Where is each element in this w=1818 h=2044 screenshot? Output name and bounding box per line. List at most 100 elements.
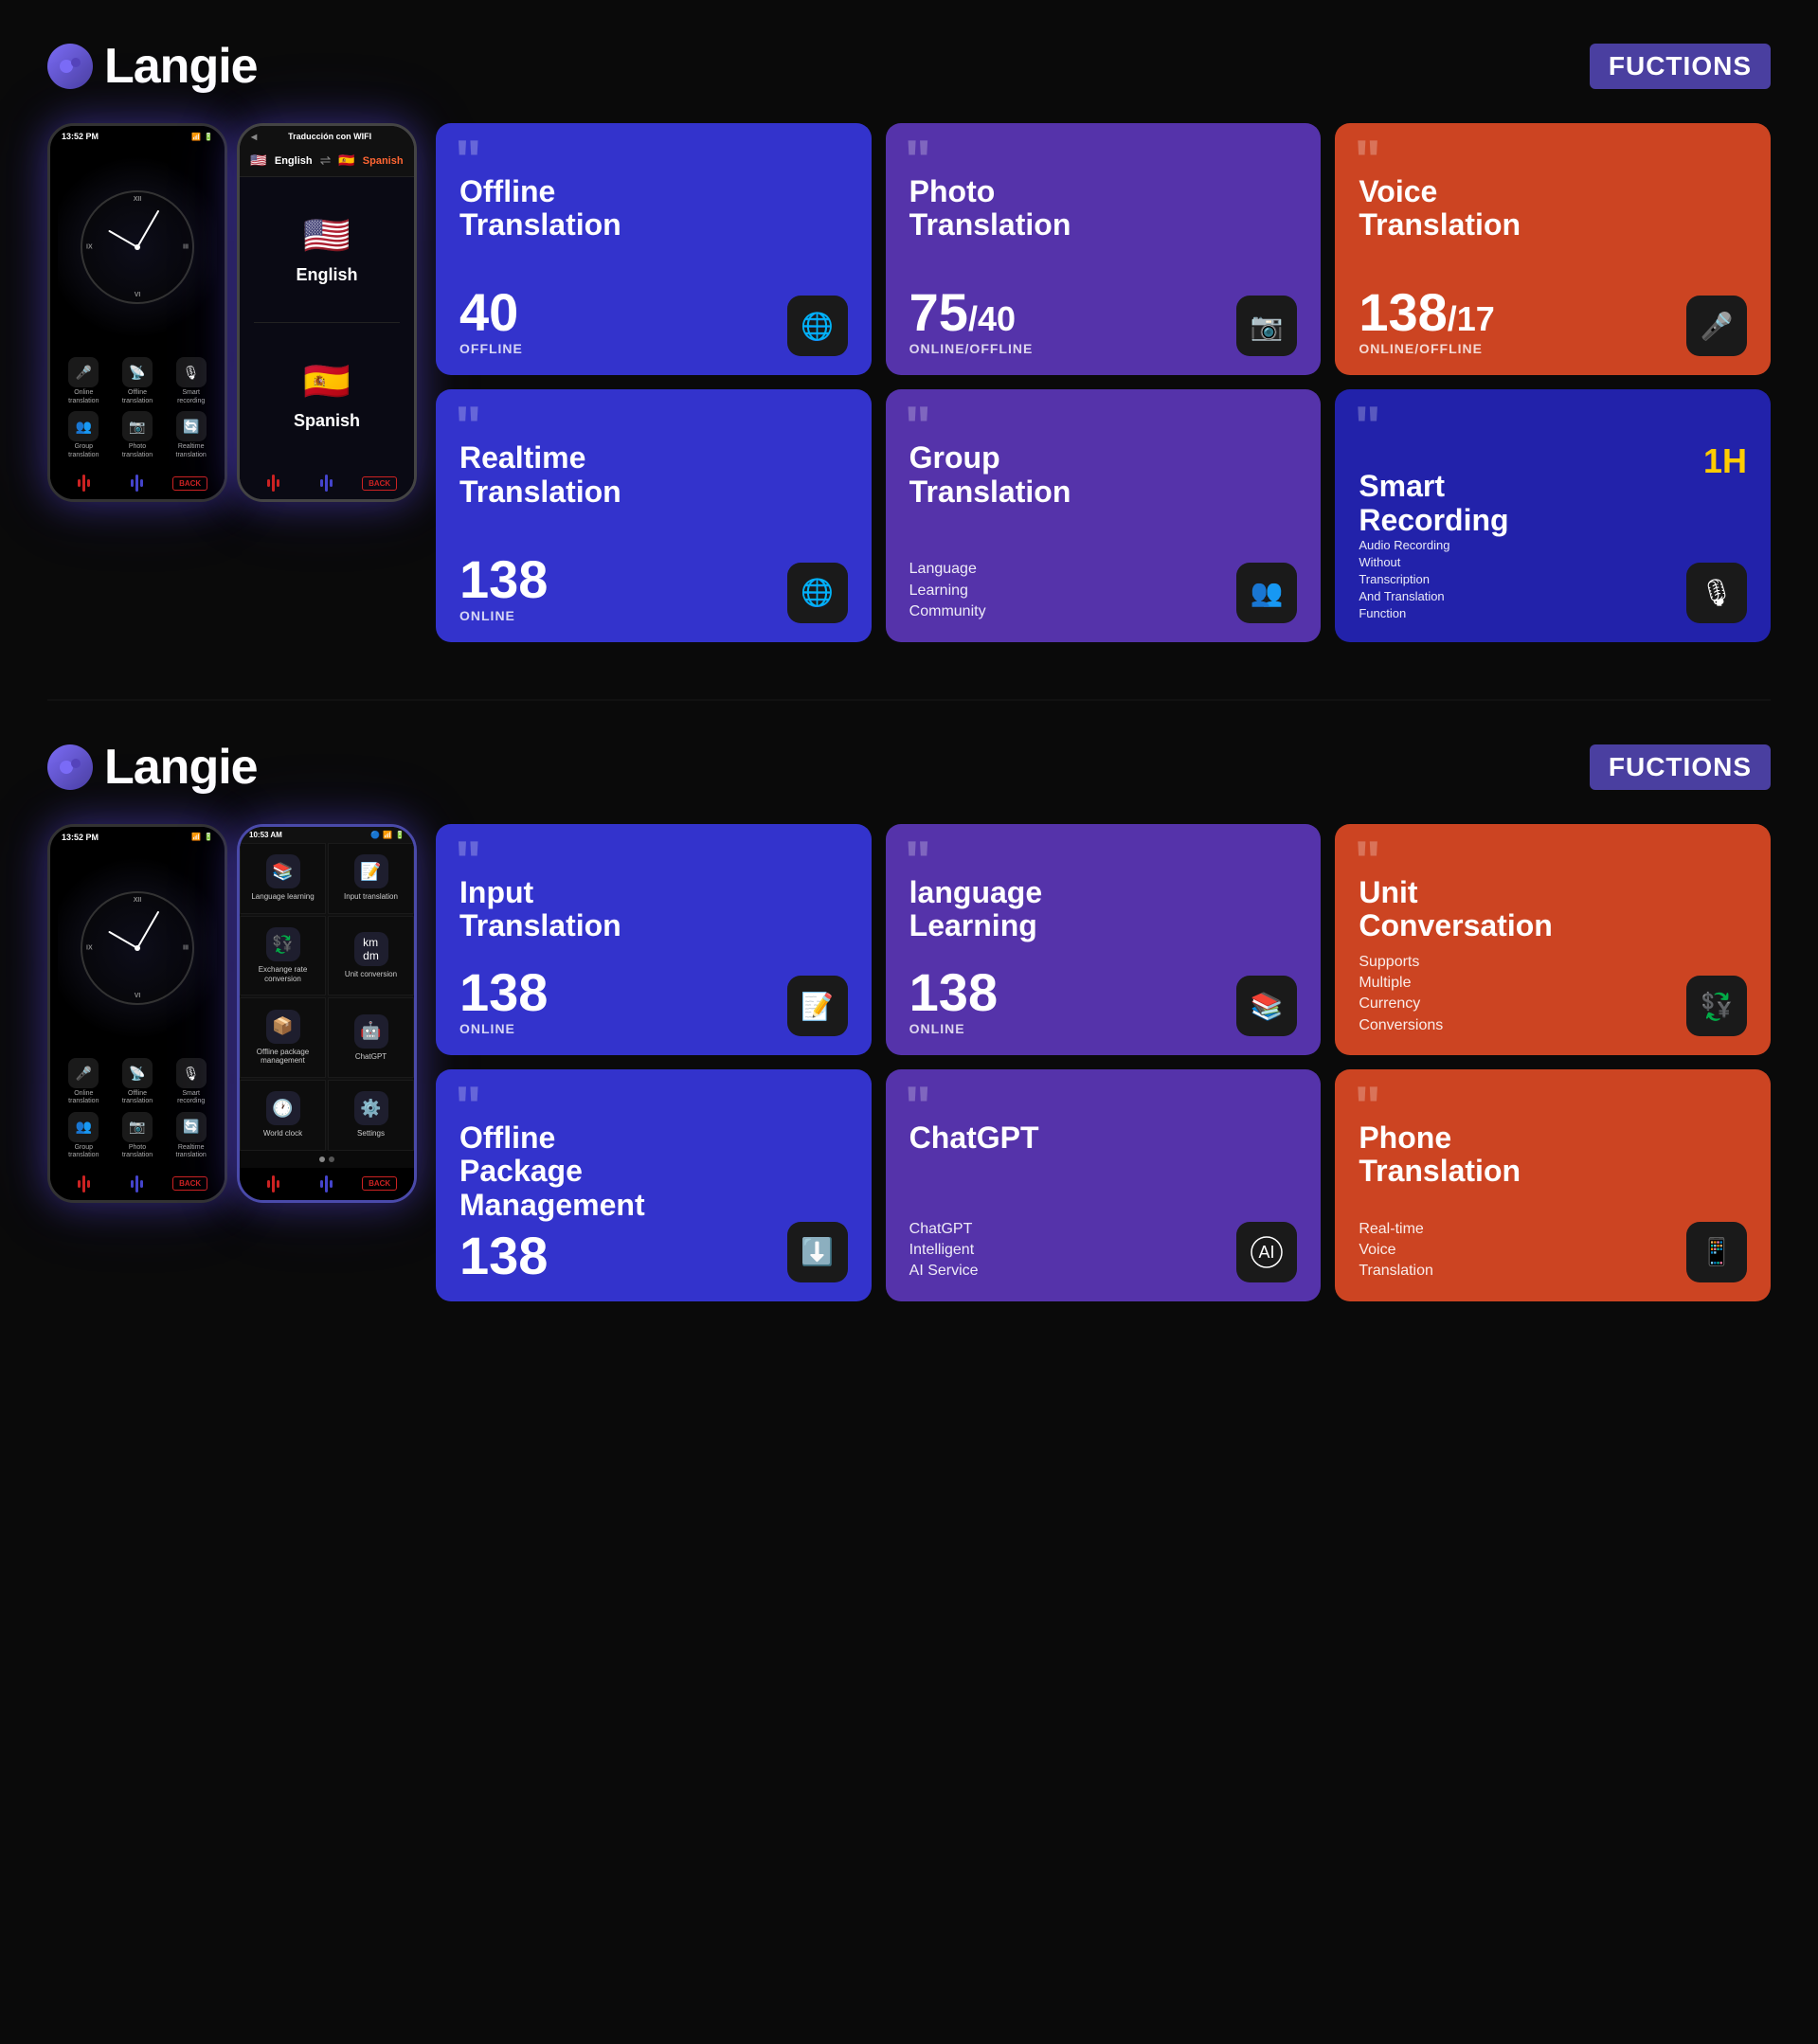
menu-input-translation[interactable]: 📝 Input translation — [328, 843, 414, 914]
realtime-count: 138 — [459, 553, 548, 606]
card-voice-icon: 🎤 — [1686, 296, 1747, 356]
nav-smart-recording[interactable]: 🎙 Smartrecording — [167, 357, 215, 405]
phone2-bottom: BACK — [240, 467, 414, 499]
phone2-s2-bottom: BACK — [240, 1168, 414, 1200]
phone1-section2: 13:52 PM 📶🔋 XII III VI — [47, 824, 227, 1203]
nav-s2-smart[interactable]: 🎙 Smartrecording — [167, 1058, 215, 1106]
section-1: Langie FUCTIONS 13:52 PM 📶🔋 — [0, 0, 1818, 699]
back-btn-s2[interactable]: BACK — [172, 1176, 207, 1191]
roman-ix: IX — [86, 244, 93, 251]
s2-p2-bottom-btn2[interactable] — [309, 1175, 343, 1192]
menu-settings-icon: ⚙️ — [354, 1091, 388, 1125]
card-lang-bottom: 138 ONLINE 📚 — [909, 966, 1298, 1036]
s2-photo-icon: 📷 — [122, 1112, 153, 1142]
roman-vi: VI — [135, 292, 141, 298]
s2-online-label: Onlinetranslation — [68, 1090, 99, 1106]
nav-realtime-translation[interactable]: 🔄 Realtimetranslation — [167, 411, 215, 459]
card-phone-translation: " PhoneTranslation Real-timeVoiceTransla… — [1335, 1069, 1771, 1301]
nav-s2-group[interactable]: 👥 Grouptranslation — [60, 1112, 108, 1160]
group-translation-icon: 👥 — [68, 411, 99, 441]
card-lang-icon: 📚 — [1236, 976, 1297, 1036]
roman-ix-2: IX — [86, 944, 93, 951]
analog-clock-1: XII III VI IX — [81, 190, 194, 304]
card-unit-bottom: SupportsMultipleCurrencyConversions 💱 — [1359, 952, 1747, 1037]
flag1-sec1: 🇺🇸 — [250, 152, 266, 169]
nav-offline-translation[interactable]: 📡 Offlinetranslation — [114, 357, 162, 405]
offline-translation-icon: 📡 — [122, 357, 153, 387]
menu-exchange-label: Exchange rateconversion — [259, 965, 308, 983]
card-unit-title: UnitConversation — [1359, 876, 1747, 942]
card-chatgpt-bottom: ChatGPTIntelligentAI Service AI — [909, 1219, 1298, 1282]
s2-bottom-btn1[interactable] — [67, 1175, 101, 1192]
realtime-translation-label: Realtimetranslation — [176, 443, 207, 459]
phone2-header-text: Traducción con WIFI — [288, 132, 371, 141]
card-offline-status: OFFLINE — [459, 341, 523, 356]
back-btn2[interactable]: BACK — [362, 476, 397, 491]
phone2-lang-selector: 🇺🇸 English ⇌ 🇪🇸 Spanish — [240, 145, 414, 177]
lang1-label: English — [275, 155, 313, 167]
nav-s2-realtime[interactable]: 🔄 Realtimetranslation — [167, 1112, 215, 1160]
card-phone-icon: 📱 — [1686, 1222, 1747, 1282]
phone2-s2-status-bar: 10:53 AM 🔵📶🔋 — [240, 827, 414, 843]
menu-unit-conversion[interactable]: kmdm Unit conversion — [328, 916, 414, 996]
menu-offline-pkg-label: Offline packagemanagement — [257, 1048, 309, 1066]
english-label: English — [296, 265, 357, 285]
card-realtime-icon: 🌐 — [787, 563, 848, 623]
lang-swap-icon[interactable]: ⇌ — [320, 152, 332, 169]
menu-lang-learning[interactable]: 📚 Language learning — [240, 843, 326, 914]
nav-online-translation[interactable]: 🎤 Onlinetranslation — [60, 357, 108, 405]
online-translation-label: Onlinetranslation — [68, 389, 99, 405]
s2-smart-label: Smartrecording — [177, 1090, 205, 1106]
phone2-bottom-btn2[interactable] — [309, 475, 343, 492]
menu-exchange-rate[interactable]: 💱 Exchange rateconversion — [240, 916, 326, 996]
s2-p2-bottom-btn1[interactable] — [257, 1175, 291, 1192]
nav-group-translation[interactable]: 👥 Grouptranslation — [60, 411, 108, 459]
bottom-bar-btn2[interactable] — [119, 475, 153, 492]
quote-smart: " — [1354, 399, 1380, 456]
phone2-bottom-btn1[interactable] — [257, 475, 291, 492]
card-lang-status: ONLINE — [909, 1021, 998, 1036]
roman-iii-2: III — [183, 944, 189, 951]
phone1-s2-nav: 🎤 Onlinetranslation 📡 Offlinetranslation… — [50, 1050, 225, 1168]
card-input-bottom: 138 ONLINE 📝 — [459, 966, 848, 1036]
menu-settings[interactable]: ⚙️ Settings — [328, 1080, 414, 1151]
nav-photo-translation[interactable]: 📷 Phototranslation — [114, 411, 162, 459]
bottom-bar-btn1[interactable] — [67, 475, 101, 492]
card-chatgpt-desc: ChatGPTIntelligentAI Service — [909, 1219, 979, 1282]
card-input-title: InputTranslation — [459, 876, 848, 942]
back-btn-s2-p2[interactable]: BACK — [362, 1176, 397, 1191]
functions-badge-2: FUCTIONS — [1590, 744, 1771, 790]
menu-world-clock[interactable]: 🕐 World clock — [240, 1080, 326, 1151]
roman-vi-2: VI — [135, 993, 141, 999]
english-flag: 🇺🇸 — [303, 213, 351, 258]
menu-chatgpt-label: ChatGPT — [355, 1052, 387, 1062]
phone1-s2-clock: XII III VI IX — [58, 846, 217, 1050]
logo-icon-2 — [47, 744, 93, 790]
nav-s2-photo[interactable]: 📷 Phototranslation — [114, 1112, 162, 1160]
menu-lang-learning-icon: 📚 — [266, 854, 300, 888]
s2-bottom-btn2[interactable] — [119, 1175, 153, 1192]
card-smart-title: SmartRecording — [1359, 470, 1508, 536]
voice-count-suffix: /17 — [1448, 299, 1495, 339]
phone2-status-bar: ◀ Traducción con WIFI — [240, 126, 414, 145]
lang-count: 138 — [909, 966, 998, 1019]
card-group-title: GroupTranslation — [909, 441, 1298, 508]
phone1-clock: XII III VI IX — [58, 145, 217, 350]
s2-realtime-label: Realtimetranslation — [176, 1144, 207, 1160]
phone2-section1: ◀ Traducción con WIFI 🇺🇸 English ⇌ 🇪🇸 Sp… — [237, 123, 417, 502]
nav-s2-online[interactable]: 🎤 Onlinetranslation — [60, 1058, 108, 1106]
card-unit-desc: SupportsMultipleCurrencyConversions — [1359, 952, 1443, 1037]
card-photo-status: ONLINE/OFFLINE — [909, 341, 1034, 356]
card-realtime-status: ONLINE — [459, 608, 548, 623]
menu-offline-package[interactable]: 📦 Offline packagemanagement — [240, 997, 326, 1078]
phone1-status-bar: 13:52 PM 📶🔋 — [50, 126, 225, 145]
s2-group-icon: 👥 — [68, 1112, 99, 1142]
menu-chatgpt[interactable]: 🤖 ChatGPT — [328, 997, 414, 1078]
phone2-s2-menu: 📚 Language learning 📝 Input translation … — [240, 843, 414, 1151]
menu-unit-icon: kmdm — [354, 932, 388, 966]
back-btn1[interactable]: BACK — [172, 476, 207, 491]
nav-s2-offline[interactable]: 📡 Offlinetranslation — [114, 1058, 162, 1106]
card-input-status: ONLINE — [459, 1021, 548, 1036]
logo-text-2: Langie — [104, 739, 258, 796]
photo-translation-label: Phototranslation — [122, 443, 153, 459]
